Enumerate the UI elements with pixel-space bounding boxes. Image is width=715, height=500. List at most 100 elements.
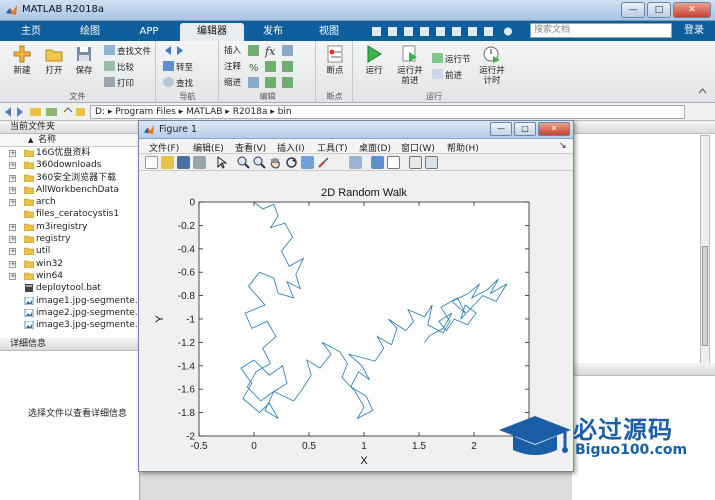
menu-window[interactable]: 窗口(W) (401, 141, 435, 154)
new-button[interactable]: 新建 (4, 44, 40, 76)
workspace-scrollbar[interactable] (700, 135, 710, 365)
save-button[interactable]: 保存 (66, 44, 102, 76)
breakpoints-button[interactable]: 断点 (317, 44, 353, 76)
minimize-button[interactable]: — (621, 2, 645, 18)
file-list-item[interactable]: + arch (0, 196, 139, 208)
path-segment-bin[interactable]: bin (278, 107, 292, 117)
path-segment-matlab[interactable]: MATLAB (186, 107, 222, 117)
run-button[interactable]: 运行 (356, 44, 392, 76)
link-plot-icon[interactable] (349, 156, 362, 169)
file-name: AllWorkbenchData (36, 184, 120, 195)
file-list-item[interactable]: + win64 (0, 270, 139, 282)
expand-icon[interactable]: + (9, 223, 16, 231)
edit-tools-icon[interactable]: fx % (248, 45, 310, 91)
file-list-item[interactable]: + registry (0, 233, 139, 245)
run-and-advance-button[interactable]: 运行并 前进 (392, 44, 428, 86)
dock-arrow-icon[interactable]: ↘ (559, 141, 567, 151)
indent-button[interactable]: 缩进 (224, 77, 241, 90)
zoom-out-icon[interactable] (253, 156, 266, 169)
login-button[interactable]: 登录 (676, 22, 712, 39)
file-list-item[interactable]: image1.jpg-segmente... (0, 295, 139, 307)
file-list-item[interactable]: +360downloads (0, 159, 139, 171)
file-list-item[interactable]: + win32 (0, 258, 139, 270)
quick-access-toolbar[interactable] (370, 26, 520, 37)
insert-colorbar-icon[interactable] (371, 156, 384, 169)
figure-minimize-button[interactable]: — (490, 122, 512, 136)
expand-icon[interactable]: + (9, 150, 16, 157)
rotate-3d-icon[interactable] (285, 156, 298, 169)
find-button[interactable]: 查找 (163, 77, 193, 90)
print-figure-icon[interactable] (193, 156, 206, 169)
folder-navigation-icons[interactable] (4, 106, 86, 118)
file-list-item[interactable]: deploytool.bat (0, 282, 139, 294)
pan-hand-icon[interactable] (269, 156, 282, 169)
expand-icon[interactable]: + (9, 260, 16, 268)
brush-icon[interactable] (317, 156, 330, 169)
name-column-header[interactable]: ▲ 名称 (0, 134, 139, 147)
file-name: image1.jpg-segmente... (36, 295, 139, 306)
menu-insert[interactable]: 插入(I) (277, 141, 305, 154)
save-figure-icon[interactable] (177, 156, 190, 169)
figure-close-button[interactable]: ✕ (538, 122, 570, 136)
menu-desktop[interactable]: 桌面(D) (359, 141, 391, 154)
path-segment-release[interactable]: R2018a (233, 107, 268, 117)
hide-plot-tools-icon[interactable] (409, 156, 422, 169)
tab-view[interactable]: 视图 (304, 23, 354, 41)
file-list-item[interactable]: + util (0, 245, 139, 257)
expand-icon[interactable]: + (9, 272, 16, 280)
file-list-item[interactable]: files_ceratocystis1 (0, 208, 139, 220)
menu-help[interactable]: 帮助(H) (447, 141, 479, 154)
menu-file[interactable]: 文件(F) (149, 141, 179, 154)
insert-legend-icon[interactable] (387, 156, 400, 169)
sort-ascending-icon: ▲ (28, 136, 34, 144)
file-list-item[interactable]: +360安全浏览器下载 (0, 172, 139, 184)
goto-button[interactable]: 转至 (163, 61, 193, 74)
advance-button[interactable]: 前进 (432, 69, 462, 82)
file-list-item[interactable]: + AllWorkbenchData (0, 184, 139, 196)
insert-button[interactable]: 插入 (224, 45, 241, 58)
current-folder-path[interactable]: D: ▸ Program Files ▸ MATLAB ▸ R2018a ▸ b… (90, 105, 685, 119)
file-list-item[interactable]: image2.jpg-segmente... (0, 307, 139, 319)
expand-icon[interactable]: + (9, 236, 16, 244)
tab-apps[interactable]: APP (122, 23, 176, 41)
zoom-in-icon[interactable] (237, 156, 250, 169)
path-segment-drive[interactable]: D: (95, 107, 105, 117)
data-cursor-icon[interactable] (301, 156, 314, 169)
figure-titlebar[interactable]: Figure 1 — □ ✕ (139, 121, 573, 139)
expand-icon[interactable]: + (9, 186, 16, 194)
run-section-button[interactable]: 运行节 (432, 53, 471, 66)
comment-button[interactable]: 注释 (224, 61, 241, 74)
figure-maximize-button[interactable]: □ (514, 122, 536, 136)
tab-publish[interactable]: 发布 (248, 23, 298, 41)
back-forward-icon[interactable] (163, 45, 213, 56)
x-tick-label: 1.5 (412, 441, 426, 452)
show-plot-tools-icon[interactable] (425, 156, 438, 169)
file-list-item[interactable]: +16G优盘资料 (0, 147, 139, 159)
print-button[interactable]: 打印 (104, 77, 134, 90)
tab-home[interactable]: 主页 (6, 23, 56, 41)
file-list-item[interactable]: image3.jpg-segmente... (0, 319, 139, 331)
menu-tools[interactable]: 工具(T) (317, 141, 348, 154)
tab-plots[interactable]: 绘图 (64, 23, 116, 41)
menu-edit[interactable]: 编辑(E) (193, 141, 224, 154)
file-name: files_ceratocystis1 (36, 209, 120, 220)
compare-button[interactable]: 比较 (104, 61, 134, 74)
maximize-button[interactable]: □ (647, 2, 671, 18)
menu-view[interactable]: 查看(V) (235, 141, 266, 154)
new-figure-icon[interactable] (145, 156, 158, 169)
expand-icon[interactable]: + (9, 174, 16, 182)
search-documentation-input[interactable]: 搜索文档 (530, 23, 672, 38)
expand-icon[interactable]: + (9, 248, 16, 256)
tab-editor[interactable]: 编辑器 (180, 23, 244, 41)
pointer-icon[interactable] (215, 156, 228, 169)
scrollbar-thumb[interactable] (702, 246, 708, 346)
run-and-time-button[interactable]: 运行并 计时 (474, 44, 510, 86)
open-file-icon[interactable] (161, 156, 174, 169)
path-segment-program-files[interactable]: Program Files (115, 107, 176, 117)
expand-icon[interactable]: + (9, 162, 16, 170)
collapse-ribbon-icon[interactable] (698, 87, 707, 96)
expand-icon[interactable]: + (9, 199, 16, 207)
file-list-item[interactable]: + m3iregistry (0, 221, 139, 233)
close-button[interactable]: ✕ (673, 2, 711, 18)
find-files-button[interactable]: 查找文件 (104, 45, 151, 58)
